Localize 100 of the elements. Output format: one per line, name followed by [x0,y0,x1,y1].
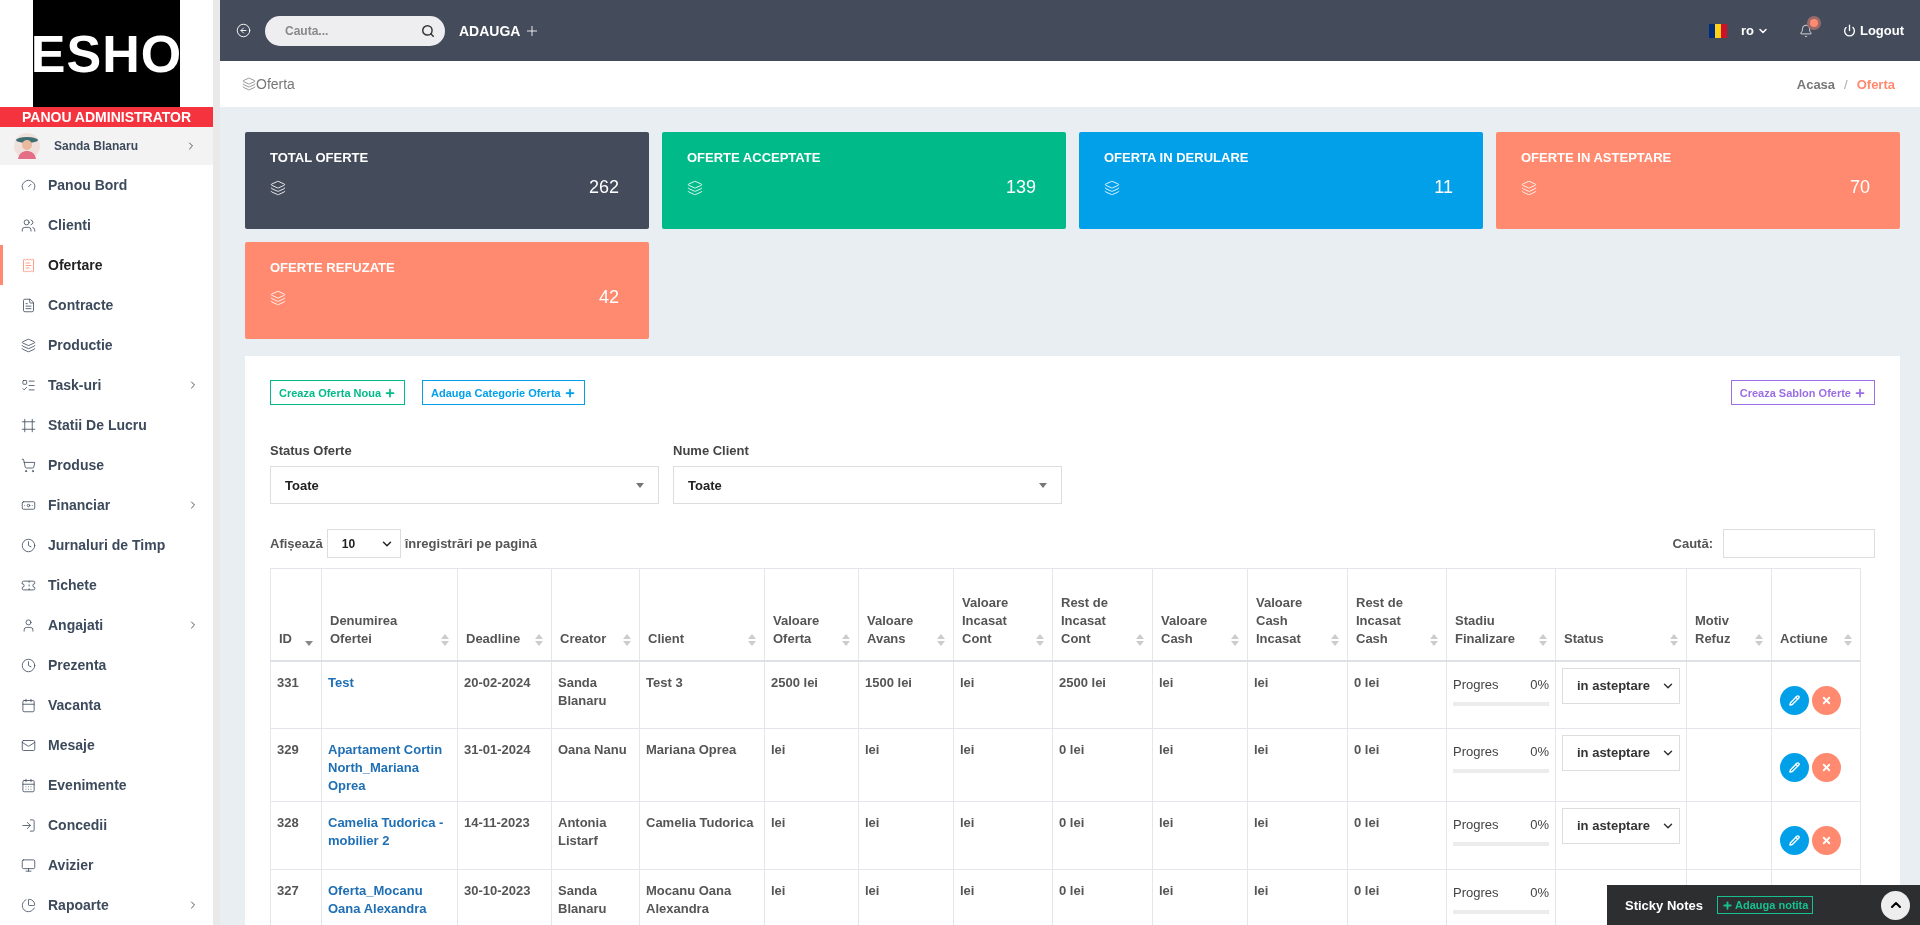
column-header[interactable]: Valoare Avans [858,568,954,661]
offer-link[interactable]: Camelia Tudorica - mobilier 2 [328,814,451,850]
user-menu[interactable]: Sanda Blanaru [0,126,213,165]
status-select[interactable]: in asteptare [1562,808,1680,844]
language-selector[interactable]: ro [1740,23,1769,38]
edit-button[interactable] [1780,753,1809,782]
caret-icon [636,482,644,488]
table-cell: 0 lei [1347,660,1447,729]
menu-icon [21,177,36,193]
column-header[interactable]: Stadiu Finalizare [1446,568,1556,661]
search-icon[interactable] [421,23,435,38]
table-cell: Sanda Blanaru [551,660,640,729]
table-cell: lei [1247,660,1348,729]
column-header[interactable]: Valoare Cash Incasat [1247,568,1348,661]
sidebar-item[interactable]: Evenimente [0,765,213,805]
sticky-notes-title: Sticky Notes [1625,897,1704,913]
sidebar-item[interactable]: Avizier [0,845,213,885]
table-cell: 1500 lei [858,660,954,729]
delete-button[interactable] [1812,753,1841,782]
progress-reading: 0% [1530,884,1549,902]
table-cell: lei [953,801,1053,870]
sidebar-item[interactable]: Concedii [0,805,213,845]
stat-title: TOTAL OFERTE [270,150,370,165]
column-header[interactable]: Creator [551,568,640,661]
breadcrumb-link[interactable]: Acasa [1796,76,1836,92]
table-cell: lei [764,801,859,870]
column-header[interactable]: Client [639,568,765,661]
expand-button[interactable] [1881,890,1910,920]
power-icon [1842,24,1856,37]
plus-icon [1854,386,1866,399]
edit-button[interactable] [1780,685,1809,715]
column-header[interactable]: Actiune [1771,568,1861,661]
sidebar-item[interactable]: Panou Bord [0,165,213,205]
table-cell: 20-02-2024 [457,660,552,729]
table-cell: 328 [270,801,322,870]
close-icon [1821,694,1832,706]
table-cell: Test 3 [639,660,765,729]
menu-icon [21,217,36,233]
menu-icon [21,777,36,793]
sidebar-item[interactable]: Angajati [0,605,213,645]
sidebar-item[interactable]: Financiar [0,485,213,525]
column-header[interactable]: ID [270,568,322,661]
table-cell: lei [953,660,1053,729]
sidebar-item[interactable]: Contracte [0,285,213,325]
search-field[interactable]: Cauta... [265,15,445,46]
filter-select[interactable]: Toate [270,466,659,504]
role-banner: PANOU ADMINISTRATOR [0,107,213,127]
back-icon[interactable] [236,23,251,38]
delete-button[interactable] [1812,685,1841,715]
progress-label: Progres [1453,743,1499,761]
caret-icon [1039,482,1047,488]
sidebar-item[interactable]: Tichete [0,565,213,605]
logout-button[interactable]: Logout [1842,23,1904,38]
offer-link[interactable]: Apartament Cortin North_Mariana Oprea [328,741,451,795]
page-length-select[interactable]: 10 [326,529,401,558]
sidebar-item[interactable]: Rapoarte [0,885,213,925]
sidebar-item[interactable]: Statii De Lucru [0,405,213,445]
table-search-field[interactable] [1723,529,1875,558]
column-header[interactable]: Valoare Cash [1152,568,1248,661]
filter-select[interactable]: Toate [673,466,1062,504]
column-header[interactable]: Rest de Incasat Cont [1052,568,1153,661]
sidebar-item[interactable]: Task-uri [0,365,213,405]
offer-link[interactable]: Oferta_Mocanu Oana Alexandra [328,882,451,918]
page-title: Oferta [256,76,295,92]
menu-icon [21,737,36,753]
column-header[interactable]: Rest de Incasat Cash [1347,568,1447,661]
progress-label: Progres [1453,675,1499,694]
sidebar-item[interactable]: Prezenta [0,645,213,685]
table-cell: lei [858,801,954,870]
column-header[interactable]: Motiv Refuz [1686,568,1772,661]
flag-icon [1708,23,1727,38]
table-cell: lei [953,728,1053,802]
status-select[interactable]: in asteptare [1562,735,1680,771]
table-cell: 2500 lei [1052,660,1153,729]
sidebar-item[interactable]: Mesaje [0,725,213,765]
offer-link[interactable]: Test [328,673,451,692]
sidebar-item[interactable]: Ofertare [0,245,213,285]
column-header[interactable]: Status [1555,568,1687,661]
stat-value: 139 [1005,177,1036,198]
column-header[interactable]: Denumirea Ofertei [321,568,458,661]
add-button[interactable]: ADAUGA [459,22,541,39]
sidebar-item[interactable]: Produse [0,445,213,485]
action-button[interactable]: Creaza Sablon Oferte [1730,380,1875,405]
table-cell: lei [1152,660,1248,729]
status-select[interactable]: in asteptare [1562,667,1680,704]
column-header[interactable]: Valoare Oferta [764,568,859,661]
sidebar-item[interactable]: Clienti [0,205,213,245]
menu-icon [21,657,36,673]
column-header[interactable]: Deadline [457,568,552,661]
table-cell: 0 lei [1052,728,1153,802]
search-label: Caută: [1672,536,1713,551]
sidebar-item[interactable]: Jurnaluri de Timp [0,525,213,565]
delete-button[interactable] [1812,826,1841,855]
sidebar-item[interactable]: Productie [0,325,213,365]
menu-icon [21,257,36,273]
add-note-button[interactable]: Adauga notita [1717,896,1814,914]
sidebar-item[interactable]: Vacanta [0,685,213,725]
edit-button[interactable] [1780,826,1809,855]
column-header[interactable]: Valoare Incasat Cont [953,568,1053,661]
bell-icon [1798,23,1813,38]
